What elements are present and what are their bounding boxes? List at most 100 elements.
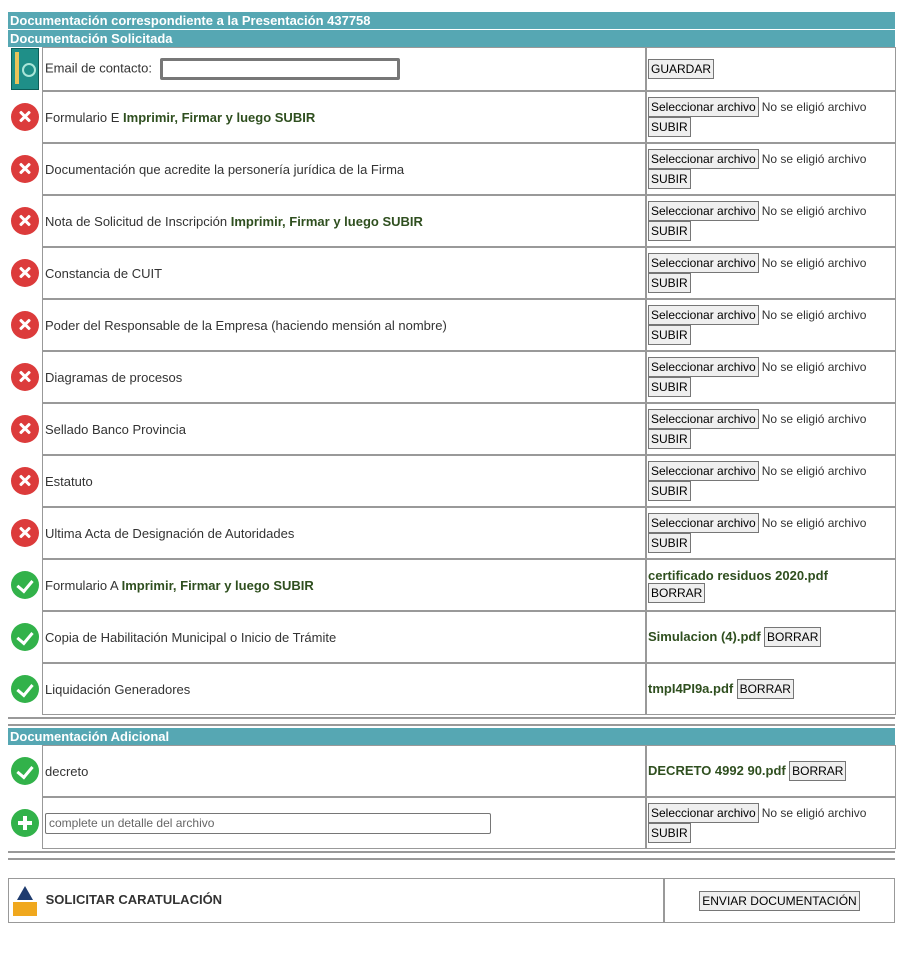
no-file-text: No se eligió archivo <box>761 464 867 478</box>
doc-label: Documentación que acredite la personería… <box>45 161 405 177</box>
upload-button[interactable]: SUBIR <box>648 429 691 449</box>
delete-button[interactable]: BORRAR <box>764 627 822 647</box>
doc-label: Nota de Solicitud de Inscripción <box>45 213 228 229</box>
doc-row: Liquidación Generadores tmpI4PI9a.pdf BO… <box>8 663 896 715</box>
upload-button[interactable]: SUBIR <box>648 533 691 553</box>
additional-docs-table: decreto DECRETO 4992 90.pdf BORRAR compl… <box>8 745 896 849</box>
x-circle-icon <box>11 467 39 495</box>
no-file-text: No se eligió archivo <box>761 204 867 218</box>
select-file-button[interactable]: Seleccionar archivo <box>648 461 759 481</box>
request-caratulacion-label: SOLICITAR CARATULACIÓN <box>45 891 223 907</box>
delete-button[interactable]: BORRAR <box>789 761 847 781</box>
x-circle-icon <box>11 519 39 547</box>
plus-circle-icon <box>11 809 39 837</box>
doc-row: Poder del Responsable de la Empresa (hac… <box>8 299 896 351</box>
upload-button[interactable]: SUBIR <box>648 823 691 843</box>
no-file-text: No se eligió archivo <box>761 152 867 166</box>
save-button[interactable]: GUARDAR <box>648 59 715 79</box>
select-file-button[interactable]: Seleccionar archivo <box>648 357 759 377</box>
presentation-title: Documentación correspondiente a la Prese… <box>8 12 895 30</box>
check-circle-icon <box>11 675 39 703</box>
x-circle-icon <box>11 207 39 235</box>
x-circle-icon <box>11 155 39 183</box>
upload-arrow-icon <box>12 885 38 916</box>
doc-row: Estatuto Seleccionar archivo No se eligió… <box>8 455 896 507</box>
upload-button[interactable]: SUBIR <box>648 169 691 189</box>
select-file-button[interactable]: Seleccionar archivo <box>648 513 759 533</box>
doc-label: Formulario E <box>45 109 120 125</box>
doc-instruction: Imprimir, Firmar y luego SUBIR <box>121 577 314 593</box>
select-file-button[interactable]: Seleccionar archivo <box>648 409 759 429</box>
doc-row: Copia de Habilitación Municipal o Inicio… <box>8 611 896 663</box>
upload-button[interactable]: SUBIR <box>648 273 691 293</box>
detail-input[interactable]: complete un detalle del archivo <box>45 812 491 834</box>
doc-row: Constancia de CUIT Seleccionar archivo No… <box>8 247 896 299</box>
select-file-button[interactable]: Seleccionar archivo <box>648 253 759 273</box>
doc-label: Liquidación Generadores <box>45 681 191 697</box>
upload-button[interactable]: SUBIR <box>648 117 691 137</box>
select-file-button[interactable]: Seleccionar archivo <box>648 97 759 117</box>
select-file-button[interactable]: Seleccionar archivo <box>648 305 759 325</box>
select-file-button[interactable]: Seleccionar archivo <box>648 803 759 823</box>
send-documentation-button[interactable]: ENVIAR DOCUMENTACIÓN <box>699 890 860 911</box>
doc-row: Diagramas de procesos Seleccionar archiv… <box>8 351 896 403</box>
requested-docs-table: Email de contacto: GUARDAR Formulario E … <box>8 47 896 715</box>
doc-instruction: Imprimir, Firmar y luego SUBIR <box>230 213 423 229</box>
x-circle-icon <box>11 363 39 391</box>
no-file-text: No se eligió archivo <box>761 806 867 820</box>
section-requested-header: Documentación Solicitada <box>8 30 895 47</box>
doc-instruction: Imprimir, Firmar y luego SUBIR <box>123 109 316 125</box>
uploaded-file-link[interactable]: DECRETO 4992 90.pdf <box>648 763 786 778</box>
doc-label: Formulario A <box>45 577 118 593</box>
footer-table: SOLICITAR CARATULACIÓN ENVIAR DOCUMENTAC… <box>8 878 895 923</box>
x-circle-icon <box>11 311 39 339</box>
section-divider <box>8 851 895 860</box>
doc-row: Formulario E Imprimir, Firmar y luego SU… <box>8 91 896 143</box>
doc-label: Sellado Banco Provincia <box>45 421 186 437</box>
x-circle-icon <box>11 259 39 287</box>
email-field[interactable] <box>159 58 400 80</box>
select-file-button[interactable]: Seleccionar archivo <box>648 201 759 221</box>
upload-button[interactable]: SUBIR <box>648 481 691 501</box>
doc-label: Poder del Responsable de la Empresa (hac… <box>45 317 447 333</box>
email-row: Email de contacto: GUARDAR <box>8 47 896 91</box>
email-label: Email de contacto: <box>45 60 152 76</box>
doc-label: decreto <box>45 763 89 779</box>
doc-row: Formulario A Imprimir, Firmar y luego SU… <box>8 559 896 611</box>
no-file-text: No se eligió archivo <box>761 412 867 426</box>
check-circle-icon <box>11 571 39 599</box>
no-file-text: No se eligió archivo <box>761 516 867 530</box>
upload-button[interactable]: SUBIR <box>648 377 691 397</box>
check-circle-icon <box>11 623 39 651</box>
section-additional-header: Documentación Adicional <box>8 728 895 745</box>
uploaded-file-link[interactable]: tmpI4PI9a.pdf <box>648 681 733 696</box>
new-doc-row: complete un detalle del archivo Seleccio… <box>8 797 896 849</box>
doc-label: Ultima Acta de Designación de Autoridade… <box>45 525 295 541</box>
delete-button[interactable]: BORRAR <box>736 679 794 699</box>
delete-button[interactable]: BORRAR <box>648 582 706 603</box>
no-file-text: No se eligió archivo <box>761 360 867 374</box>
x-circle-icon <box>11 103 39 131</box>
check-circle-icon <box>11 757 39 785</box>
contact-book-icon <box>11 48 39 90</box>
uploaded-file-link[interactable]: certificado residuos 2020.pdf <box>648 568 828 583</box>
doc-label: Estatuto <box>45 473 93 489</box>
doc-row: Sellado Banco Provincia Seleccionar arch… <box>8 403 896 455</box>
doc-row: Nota de Solicitud de Inscripción Imprimi… <box>8 195 896 247</box>
upload-button[interactable]: SUBIR <box>648 325 691 345</box>
upload-button[interactable]: SUBIR <box>648 221 691 241</box>
no-file-text: No se eligió archivo <box>761 308 867 322</box>
x-circle-icon <box>11 415 39 443</box>
doc-label: Diagramas de procesos <box>45 369 183 385</box>
uploaded-file-link[interactable]: Simulacion (4).pdf <box>648 629 761 644</box>
doc-label: Copia de Habilitación Municipal o Inicio… <box>45 629 337 645</box>
documentation-panel: Documentación correspondiente a la Prese… <box>8 12 896 923</box>
doc-row: Ultima Acta de Designación de Autoridade… <box>8 507 896 559</box>
no-file-text: No se eligió archivo <box>761 256 867 270</box>
doc-row: decreto DECRETO 4992 90.pdf BORRAR <box>8 745 896 797</box>
no-file-text: No se eligió archivo <box>761 100 867 114</box>
section-divider <box>8 717 895 726</box>
doc-row: Documentación que acredite la personería… <box>8 143 896 195</box>
doc-label: Constancia de CUIT <box>45 265 163 281</box>
select-file-button[interactable]: Seleccionar archivo <box>648 149 759 169</box>
